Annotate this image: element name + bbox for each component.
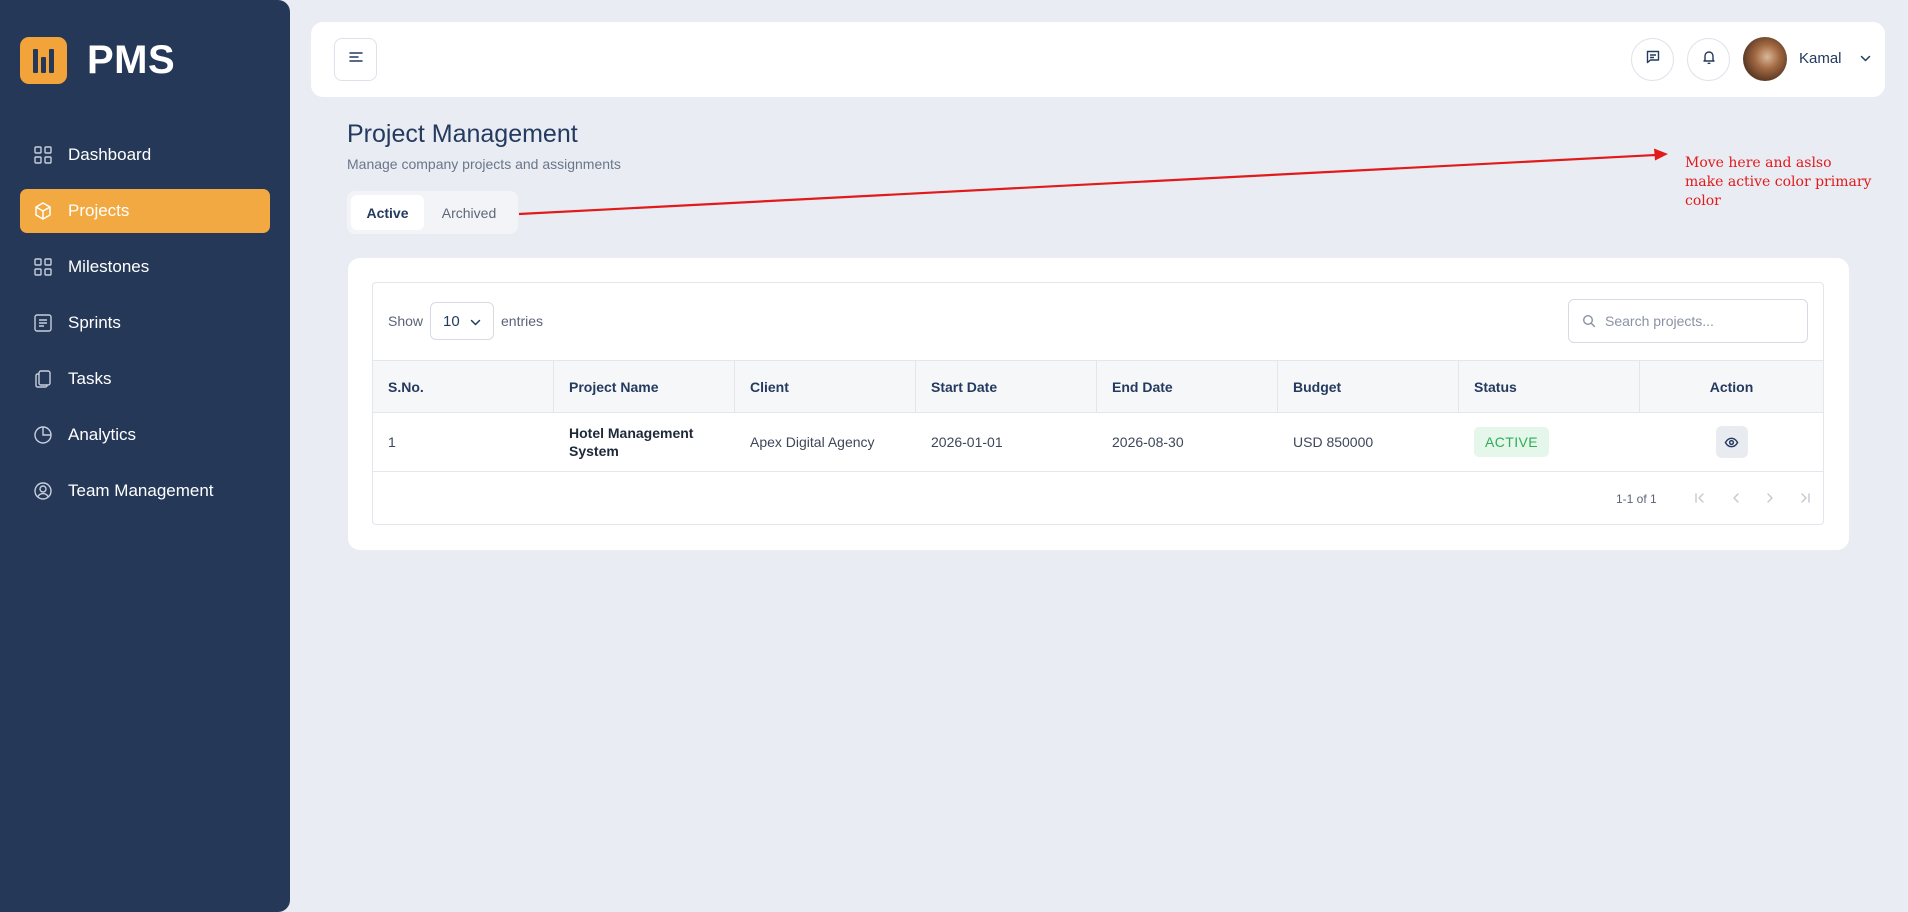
- entries-label: entries: [501, 313, 544, 329]
- column-header-project-name[interactable]: Project Name: [554, 361, 735, 412]
- pms-logo-icon: [20, 37, 67, 84]
- view-project-button[interactable]: [1715, 426, 1748, 458]
- pagination: 1-1 of 1: [373, 472, 1823, 524]
- chevron-down-icon[interactable]: [1859, 52, 1872, 70]
- column-header-client[interactable]: Client: [735, 361, 916, 412]
- cell-client: Apex Digital Agency: [750, 434, 875, 450]
- annotation-line: Move here and aslso: [1685, 155, 1832, 171]
- copy-icon: [33, 369, 53, 389]
- first-page-icon[interactable]: [1692, 490, 1708, 506]
- bell-icon: [1701, 49, 1717, 70]
- sidebar-item-label: Team Management: [68, 481, 214, 500]
- menu-icon: [348, 50, 364, 69]
- annotation-line: make active color primary color: [1685, 174, 1872, 209]
- search-box[interactable]: [1568, 299, 1808, 343]
- sidebar-item-sprints[interactable]: Sprints: [20, 301, 270, 345]
- page-subtitle: Manage company projects and assignments: [347, 156, 621, 172]
- notifications-button[interactable]: [1687, 38, 1730, 81]
- cell-status: ACTIVE: [1459, 413, 1640, 471]
- search-icon: [1582, 314, 1596, 328]
- user-name[interactable]: Kamal: [1799, 50, 1842, 67]
- column-header-end-date[interactable]: End Date: [1097, 361, 1278, 412]
- sidebar-item-label: Milestones: [68, 257, 150, 276]
- app-name: PMS: [87, 38, 176, 82]
- cell-start-date: 2026-01-01: [931, 434, 1003, 450]
- sidebar-item-projects[interactable]: Projects: [20, 189, 270, 233]
- sidebar-item-team-management[interactable]: Team Management: [20, 469, 270, 513]
- table-row: 1 Hotel Management System Apex Digital A…: [373, 413, 1823, 472]
- user-circle-icon: [33, 481, 53, 501]
- table-toolbar: Show 10 entries: [373, 283, 1823, 360]
- tab-archived[interactable]: Archived: [424, 195, 514, 230]
- avatar[interactable]: [1743, 37, 1787, 81]
- next-page-icon[interactable]: [1762, 490, 1778, 506]
- page-title: Project Management: [347, 120, 578, 148]
- menu-toggle-button[interactable]: [334, 38, 377, 81]
- top-header: Kamal: [311, 22, 1885, 97]
- projects-table: Show 10 entries S.No. Project Name Clien…: [372, 282, 1824, 525]
- sidebar-item-label: Tasks: [68, 369, 112, 388]
- sidebar-nav: Dashboard Projects Milestones Sprints Ta…: [20, 133, 270, 525]
- grid-icon: [33, 145, 53, 165]
- cell-project-name: Hotel Management System: [569, 425, 694, 459]
- column-header-action: Action: [1709, 378, 1754, 395]
- column-header-status[interactable]: Status: [1459, 361, 1640, 412]
- annotation-note: Move here and aslso make active color pr…: [1685, 154, 1908, 211]
- list-box-icon: [33, 313, 53, 333]
- eye-icon: [1724, 437, 1739, 447]
- table-header: S.No. Project Name Client Start Date End…: [373, 360, 1823, 413]
- cell-budget: USD 850000: [1293, 434, 1374, 450]
- show-label: Show: [388, 313, 424, 329]
- sidebar-item-label: Analytics: [68, 425, 137, 444]
- cell-action: [1640, 413, 1823, 471]
- column-header-budget[interactable]: Budget: [1278, 361, 1459, 412]
- messages-button[interactable]: [1631, 38, 1674, 81]
- sidebar-item-milestones[interactable]: Milestones: [20, 245, 270, 289]
- cube-icon: [33, 201, 53, 221]
- search-input[interactable]: [1605, 310, 1795, 332]
- cell-sno: 1: [388, 434, 396, 450]
- sidebar-item-label: Sprints: [68, 313, 121, 332]
- chevron-down-icon: [470, 319, 481, 326]
- status-badge: ACTIVE: [1474, 427, 1549, 457]
- entries-per-page-select[interactable]: 10: [430, 302, 494, 340]
- sidebar-item-tasks[interactable]: Tasks: [20, 357, 270, 401]
- projects-card: Show 10 entries S.No. Project Name Clien…: [348, 258, 1849, 550]
- prev-page-icon[interactable]: [1728, 490, 1744, 506]
- grid-icon: [33, 257, 53, 277]
- cell-end-date: 2026-08-30: [1112, 434, 1184, 450]
- pagination-info: 1-1 of 1: [1616, 492, 1657, 506]
- tab-active[interactable]: Active: [351, 195, 424, 230]
- column-header-start-date[interactable]: Start Date: [916, 361, 1097, 412]
- last-page-icon[interactable]: [1797, 490, 1813, 506]
- sidebar: PMS Dashboard Projects Milestones Sprint…: [0, 0, 290, 912]
- sidebar-item-dashboard[interactable]: Dashboard: [20, 133, 270, 177]
- pie-chart-icon: [33, 425, 53, 445]
- column-header-sno[interactable]: S.No.: [373, 361, 554, 412]
- brand[interactable]: PMS: [20, 37, 175, 84]
- sidebar-item-label: Projects: [68, 201, 130, 220]
- entries-value: 10: [443, 312, 460, 330]
- sidebar-item-label: Dashboard: [68, 145, 152, 164]
- project-status-tabs: Active Archived: [347, 191, 518, 234]
- message-icon: [1645, 49, 1661, 70]
- sidebar-item-analytics[interactable]: Analytics: [20, 413, 270, 457]
